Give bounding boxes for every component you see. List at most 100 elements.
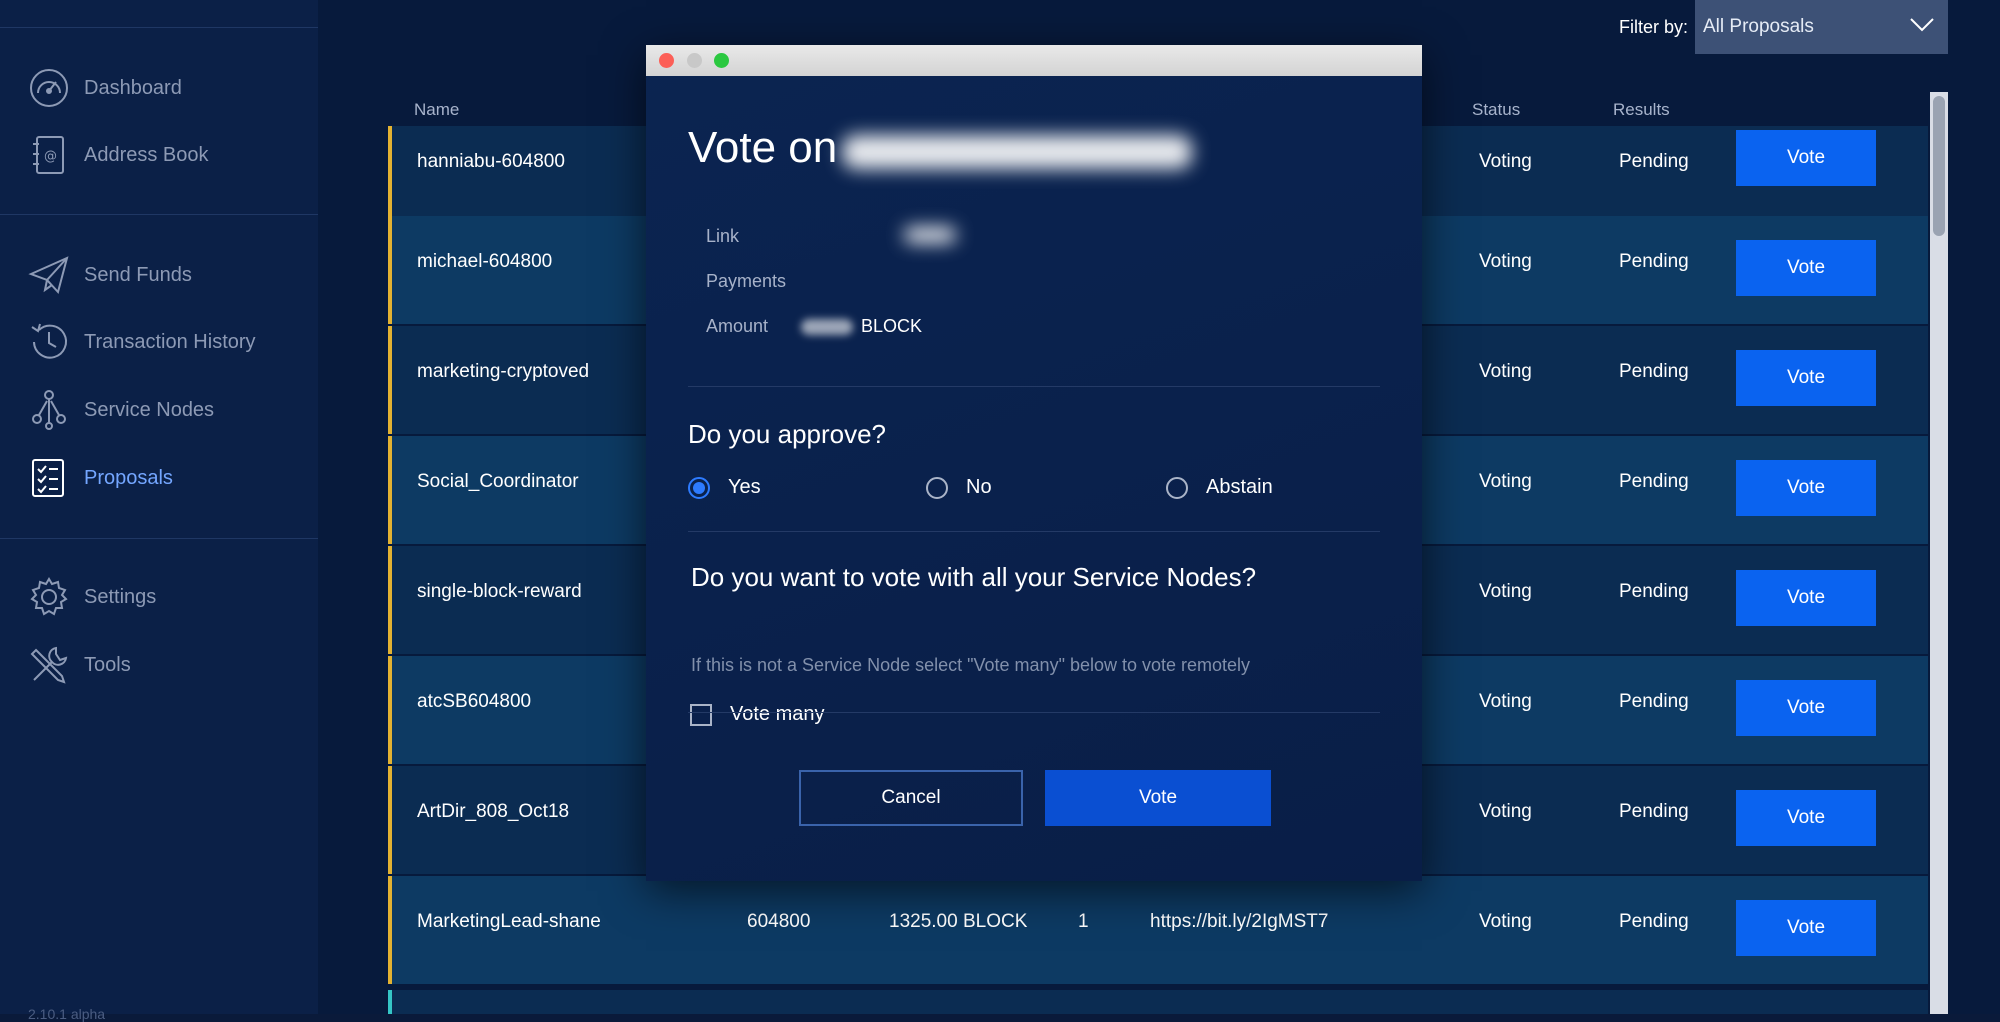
- sidebar-item-proposals[interactable]: Proposals: [28, 454, 308, 502]
- sidebar-item-label: Tools: [84, 653, 131, 676]
- link-label: Link: [706, 226, 740, 246]
- app-version: 2.10.1 alpha: [28, 1006, 106, 1022]
- column-header-status[interactable]: Status: [1472, 100, 1520, 120]
- proposal-result: Pending: [1619, 911, 1689, 932]
- proposal-count: 1: [1078, 911, 1089, 932]
- column-header-results[interactable]: Results: [1613, 100, 1670, 120]
- proposal-url[interactable]: https://bit.ly/2IgMST7: [1150, 876, 1328, 968]
- proposal-result: Pending: [1619, 251, 1689, 272]
- sidebar-item-service-nodes[interactable]: Service Nodes: [28, 386, 308, 434]
- sidebar-item-label: Service Nodes: [84, 398, 215, 421]
- paper-plane-icon: [28, 254, 70, 296]
- maximize-window-button[interactable]: [714, 53, 729, 68]
- proposal-name: MarketingLead-shane: [417, 911, 601, 932]
- radio-circle: [688, 476, 710, 499]
- sidebar-item-send-funds[interactable]: Send Funds: [28, 251, 308, 299]
- sidebar-item-settings[interactable]: Settings: [28, 573, 308, 621]
- proposal-name: michael-604800: [417, 251, 553, 272]
- approve-heading: Do you approve?: [688, 419, 887, 449]
- proposal-result: Pending: [1619, 361, 1689, 382]
- close-window-button[interactable]: [659, 53, 674, 68]
- radio-circle: [1166, 476, 1188, 499]
- redacted-amount: [801, 319, 853, 335]
- proposal-status: Voting: [1479, 581, 1532, 602]
- minimize-window-button[interactable]: [687, 53, 702, 68]
- amount-label: Amount: [706, 316, 769, 336]
- radio-no[interactable]: No: [926, 476, 992, 499]
- sidebar-item-label: Settings: [84, 585, 157, 608]
- proposal-result: Pending: [1619, 471, 1689, 492]
- vote-many-checkbox[interactable]: Vote many: [690, 703, 825, 726]
- window-titlebar[interactable]: [646, 45, 1422, 76]
- radio-label: No: [966, 476, 992, 498]
- proposal-status: Voting: [1479, 911, 1532, 932]
- submit-vote-button[interactable]: Vote: [1045, 770, 1271, 826]
- scrollbar[interactable]: [1930, 92, 1948, 1014]
- sidebar-item-tools[interactable]: Tools: [28, 641, 308, 689]
- checkbox-box: [690, 703, 712, 726]
- proposal-status: Voting: [1479, 801, 1532, 822]
- vote-button[interactable]: Vote: [1736, 130, 1876, 186]
- sidebar-divider: [0, 214, 318, 215]
- proposal-name: ArtDir_808_Oct18: [417, 801, 570, 822]
- filter-selected-value: All Proposals: [1703, 16, 1814, 37]
- proposal-name: hanniabu-604800: [417, 151, 565, 172]
- sidebar: Dashboard @ Address Book Send Funds Tran…: [0, 0, 318, 1022]
- proposal-amount: 1325.00 BLOCK: [889, 911, 1028, 932]
- redacted-proposal-name: [842, 135, 1192, 169]
- radio-yes[interactable]: Yes: [688, 476, 761, 499]
- modal-title: Vote on: [688, 123, 838, 172]
- table-row[interactable]: [388, 990, 1928, 1014]
- radio-label: Abstain: [1206, 476, 1273, 498]
- proposal-result: Pending: [1619, 691, 1689, 712]
- table-row[interactable]: MarketingLead-shane 604800 1325.00 BLOCK…: [388, 876, 1928, 984]
- proposal-status: Voting: [1479, 151, 1532, 172]
- vote-button[interactable]: Vote: [1736, 570, 1876, 626]
- proposal-result: Pending: [1619, 801, 1689, 822]
- history-clock-icon: [28, 321, 70, 363]
- radio-abstain[interactable]: Abstain: [1166, 476, 1273, 499]
- svg-text:@: @: [44, 149, 57, 164]
- proposal-name: Social_Coordinator: [417, 471, 579, 492]
- filter-label: Filter by:: [1619, 17, 1689, 37]
- vote-button[interactable]: Vote: [1736, 240, 1876, 296]
- proposal-block: 604800: [747, 911, 811, 932]
- proposal-result: Pending: [1619, 581, 1689, 602]
- address-book-icon: @: [28, 134, 70, 176]
- sidebar-item-dashboard[interactable]: Dashboard: [28, 64, 308, 112]
- proposal-status: Voting: [1479, 691, 1532, 712]
- cancel-button[interactable]: Cancel: [799, 770, 1023, 826]
- scrollbar-thumb[interactable]: [1933, 96, 1945, 236]
- service-nodes-heading: Do you want to vote with all your Servic…: [691, 562, 1257, 592]
- modal-divider: [688, 531, 1380, 532]
- network-nodes-icon: [28, 389, 70, 431]
- vote-button[interactable]: Vote: [1736, 350, 1876, 406]
- sidebar-item-label: Proposals: [84, 466, 173, 489]
- sidebar-divider: [0, 538, 318, 539]
- proposal-name: single-block-reward: [417, 581, 582, 602]
- sidebar-item-label: Transaction History: [84, 330, 256, 353]
- payments-label: Payments: [706, 271, 787, 291]
- sidebar-item-label: Address Book: [84, 143, 209, 166]
- sidebar-item-label: Dashboard: [84, 76, 182, 99]
- vote-button[interactable]: Vote: [1736, 900, 1876, 956]
- tools-icon: [28, 644, 70, 686]
- vote-modal: Vote on Link Payments Amount BLOCK Do yo…: [646, 45, 1422, 881]
- filter-select[interactable]: All Proposals: [1695, 0, 1948, 54]
- dashboard-gauge-icon: [28, 67, 70, 109]
- proposal-name: marketing-cryptoved: [417, 361, 590, 382]
- vote-button[interactable]: Vote: [1736, 460, 1876, 516]
- sidebar-item-transaction-history[interactable]: Transaction History: [28, 318, 308, 366]
- proposal-status: Voting: [1479, 361, 1532, 382]
- column-header-name[interactable]: Name: [414, 100, 459, 120]
- checklist-icon: [28, 457, 70, 499]
- sidebar-item-address-book[interactable]: @ Address Book: [28, 131, 308, 179]
- modal-divider: [688, 712, 1380, 713]
- modal-divider: [688, 386, 1380, 387]
- proposal-status: Voting: [1479, 251, 1532, 272]
- vote-button[interactable]: Vote: [1736, 790, 1876, 846]
- checkbox-label: Vote many: [730, 703, 825, 725]
- sidebar-divider: [0, 27, 318, 28]
- chevron-down-icon: [1910, 18, 1934, 32]
- vote-button[interactable]: Vote: [1736, 680, 1876, 736]
